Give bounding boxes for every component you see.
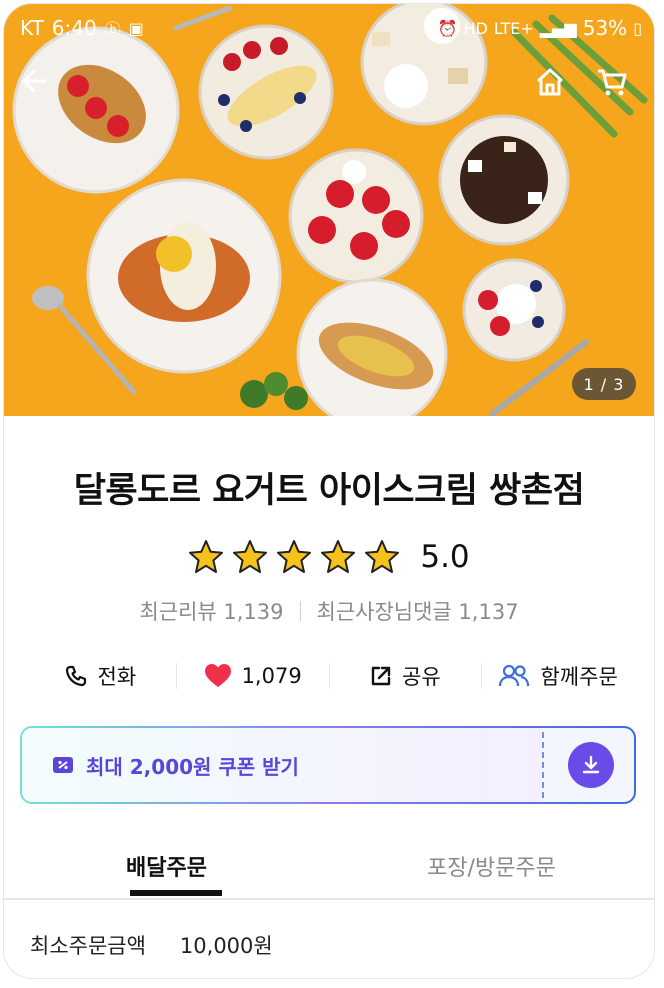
like-button[interactable]: 1,079	[177, 663, 329, 689]
call-label: 전화	[97, 665, 137, 689]
star-icon	[233, 540, 268, 573]
call-button[interactable]: 전화	[24, 661, 176, 691]
group-icon	[499, 664, 530, 687]
owner-replies-count[interactable]: 최근사장님댓글 1,137	[317, 596, 519, 626]
group-order-label: 함께주문	[540, 665, 618, 689]
star-icon	[277, 540, 312, 573]
recent-reviews-count[interactable]: 최근리뷰 1,139	[139, 596, 283, 626]
review-summary[interactable]: 최근리뷰 1,139 최근사장님댓글 1,137	[4, 596, 654, 626]
hd-icon: HD	[463, 18, 488, 38]
active-tab-indicator	[130, 890, 222, 896]
coupon-banner[interactable]: 최대 2,000원 쿠폰 받기	[20, 726, 636, 804]
download-icon	[582, 755, 600, 774]
home-button[interactable]	[534, 66, 582, 114]
coupon-icon	[53, 757, 73, 773]
gallery-notification-icon: ▣	[128, 18, 144, 38]
app-frame: KT 6:40 ⓑ ▣ ⏰ HD LTE+ ▂▄▆ 53% ▯ 1 / 3 달롱…	[4, 4, 654, 978]
share-icon	[371, 666, 391, 686]
heart-icon	[204, 664, 231, 687]
back-button[interactable]	[18, 66, 66, 114]
min-order-label: 최소주문금액	[30, 934, 146, 958]
share-button[interactable]: 공유	[330, 661, 482, 691]
battery-percentage: 53%	[582, 16, 628, 40]
back-arrow-icon	[22, 69, 47, 93]
signal-icon: ▂▄▆	[539, 18, 577, 38]
tab-pickup[interactable]: 포장/방문주문	[329, 836, 654, 898]
store-hero-image[interactable]: KT 6:40 ⓑ ▣ ⏰ HD LTE+ ▂▄▆ 53% ▯ 1 / 3	[4, 4, 654, 416]
clock: 6:40	[51, 16, 97, 40]
order-type-tabs: 배달주문 포장/방문주문	[4, 836, 654, 900]
min-order-value: 10,000원	[179, 934, 273, 958]
tab-pickup-label: 포장/방문주문	[427, 856, 556, 881]
image-page-indicator: 1 / 3	[572, 368, 636, 400]
coupon-label: 최대 2,000원 쿠폰 받기	[86, 754, 299, 779]
rating-row[interactable]: 5.0	[4, 534, 654, 580]
tab-delivery[interactable]: 배달주문	[4, 836, 329, 898]
store-name: 달롱도르 요거트 아이스크림 쌍촌점	[73, 471, 585, 511]
divider	[299, 601, 301, 621]
alarm-icon: ⏰	[437, 18, 458, 38]
tab-delivery-label: 배달주문	[126, 856, 207, 881]
star-icon	[189, 540, 224, 573]
status-bar: KT 6:40 ⓑ ▣ ⏰ HD LTE+ ▂▄▆ 53% ▯	[4, 12, 654, 46]
coupon-info[interactable]: 최대 2,000원 쿠폰 받기	[22, 728, 542, 802]
group-order-button[interactable]: 함께주문	[482, 661, 634, 691]
star-icon	[321, 540, 356, 573]
battery-icon: ▯	[633, 18, 642, 38]
min-order-row: 최소주문금액 10,000원	[30, 930, 273, 960]
cart-button[interactable]	[596, 66, 644, 114]
coupon-body: 최대 2,000원 쿠폰 받기	[22, 728, 634, 802]
app-notification-icon: ⓑ	[104, 20, 121, 39]
cart-icon	[598, 69, 627, 96]
like-count: 1,079	[241, 664, 302, 688]
store-actions: 전화 1,079 공유 함께주문	[24, 652, 634, 700]
phone-icon	[65, 665, 86, 687]
coupon-dashed-divider	[542, 732, 544, 798]
carrier-label: KT	[20, 16, 44, 40]
home-icon	[536, 68, 564, 96]
network-type: LTE+	[493, 18, 534, 38]
star-icon	[365, 540, 400, 573]
share-label: 공유	[402, 665, 441, 689]
coupon-download-button[interactable]	[568, 742, 614, 788]
rating-value: 5.0	[420, 539, 470, 575]
